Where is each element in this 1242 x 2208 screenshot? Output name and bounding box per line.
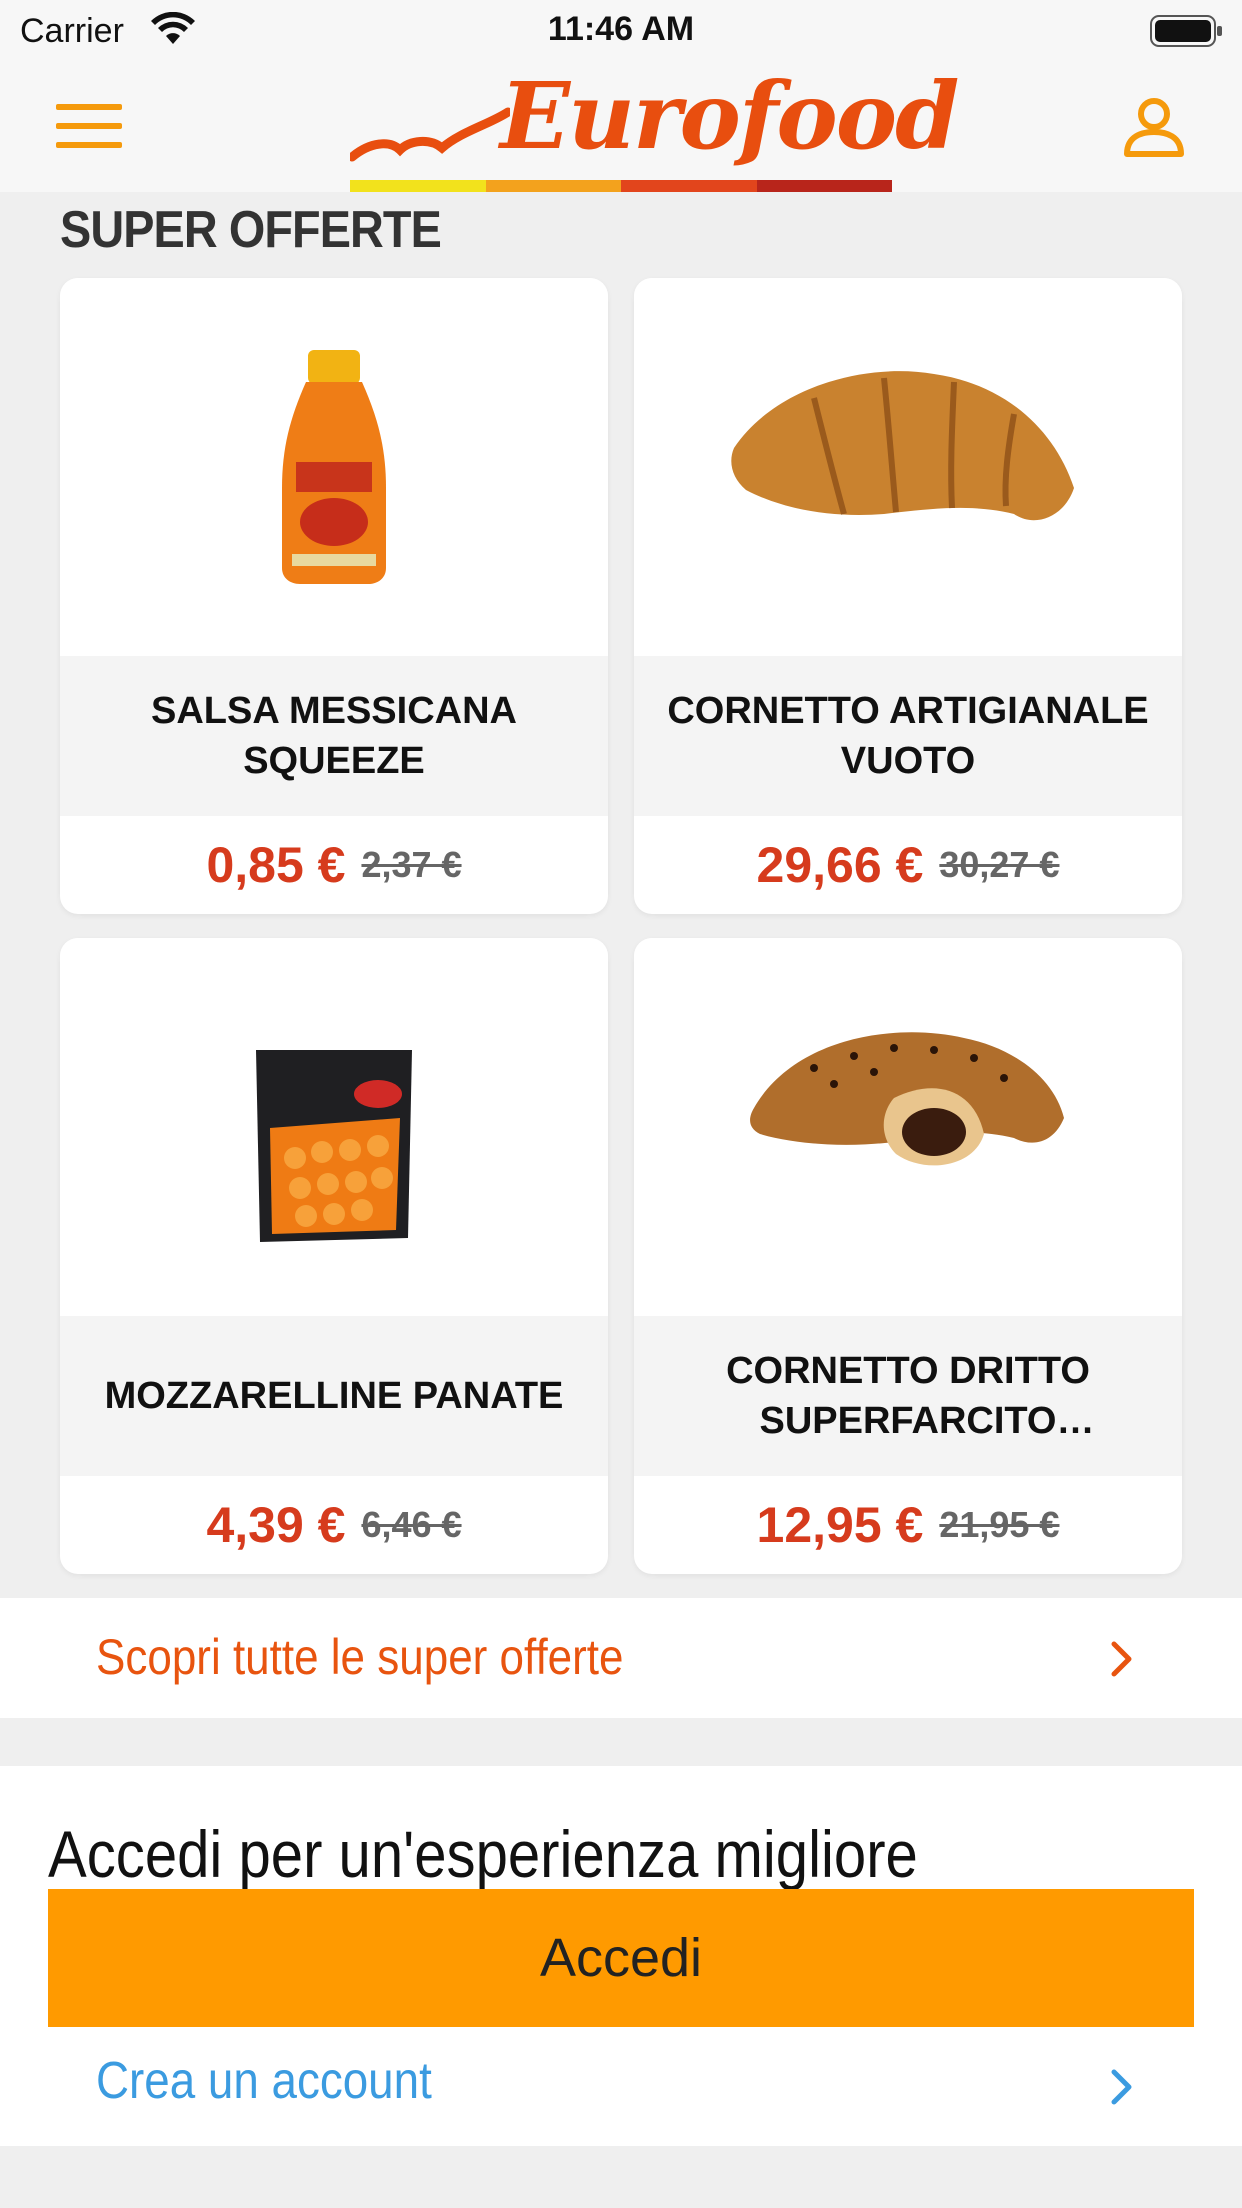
product-name: SALSA MESSICANA SQUEEZE: [60, 656, 608, 816]
discount-price: 12,95 €: [756, 1497, 924, 1553]
product-price: 12,95 € 21,95 €: [634, 1476, 1182, 1574]
hamburger-menu-icon[interactable]: [56, 104, 122, 150]
chevron-right-icon: [1111, 1641, 1132, 1677]
original-price: 30,27 €: [939, 844, 1060, 885]
original-price: 6,46 €: [361, 1504, 462, 1545]
chevron-right-icon: [1111, 2069, 1132, 2105]
logo-color-bar: [350, 180, 892, 192]
product-card[interactable]: CORNETTO DRITTO SUPERFARCITO NOCCIOLA 12…: [634, 938, 1182, 1574]
sauce-bottle-icon: [282, 350, 386, 584]
all-offers-label: Scopri tutte le super offerte: [96, 1629, 624, 1685]
login-panel: Accedi per un'esperienza migliore Accedi…: [0, 1766, 1242, 2146]
logo-text: Eurofood: [500, 62, 959, 170]
product-image: [634, 938, 1182, 1316]
logo-swoosh: [350, 107, 510, 162]
logo-bar-yellow: [350, 180, 486, 192]
logo-bar-orange: [485, 180, 621, 192]
product-name: CORNETTO ARTIGIANALE VUOTO: [634, 656, 1182, 816]
product-price: 4,39 € 6,46 €: [60, 1476, 608, 1574]
product-name: CORNETTO DRITTO SUPERFARCITO NOCCIOLA: [634, 1316, 1182, 1476]
product-price: 0,85 € 2,37 €: [60, 816, 608, 914]
logo-bar-darkred: [756, 180, 892, 192]
discount-price: 0,85 €: [206, 837, 346, 893]
original-price: 21,95 €: [939, 1504, 1060, 1545]
battery-icon: [1150, 15, 1222, 47]
product-image: [60, 938, 608, 1316]
logo-bar-red: [621, 180, 757, 192]
product-image: [60, 278, 608, 656]
status-bar: Carrier 11:46 AM: [0, 0, 1242, 62]
original-price: 2,37 €: [361, 844, 462, 885]
product-card[interactable]: MOZZARELLINE PANATE 4,39 € 6,46 €: [60, 938, 608, 1574]
section-title: SUPER OFFERTE: [60, 201, 442, 259]
clock: 11:46 AM: [547, 10, 695, 48]
login-title: Accedi per un'esperienza migliore: [48, 1817, 918, 1891]
product-card[interactable]: SALSA MESSICANA SQUEEZE 0,85 € 2,37 €: [60, 278, 608, 914]
discount-price: 29,66 €: [756, 837, 924, 893]
login-button[interactable]: Accedi: [48, 1889, 1194, 2027]
app-header: Eurofood: [0, 62, 1242, 192]
eurofood-logo: Eurofood: [350, 62, 959, 192]
product-card[interactable]: CORNETTO ARTIGIANALE VUOTO 29,66 € 30,27…: [634, 278, 1182, 914]
all-offers-link[interactable]: Scopri tutte le super offerte: [0, 1598, 1242, 1718]
user-account-icon[interactable]: [1122, 96, 1186, 160]
product-name: MOZZARELLINE PANATE: [60, 1316, 608, 1476]
breaded-mozzarella-bag-icon: [256, 1050, 412, 1242]
discount-price: 4,39 €: [206, 1497, 346, 1553]
product-image: [634, 278, 1182, 656]
product-price: 29,66 € 30,27 €: [634, 816, 1182, 914]
chocolate-croissant-icon: [750, 1032, 1064, 1166]
create-account-link[interactable]: Crea un account: [96, 2051, 432, 2111]
croissant-icon: [731, 371, 1074, 521]
